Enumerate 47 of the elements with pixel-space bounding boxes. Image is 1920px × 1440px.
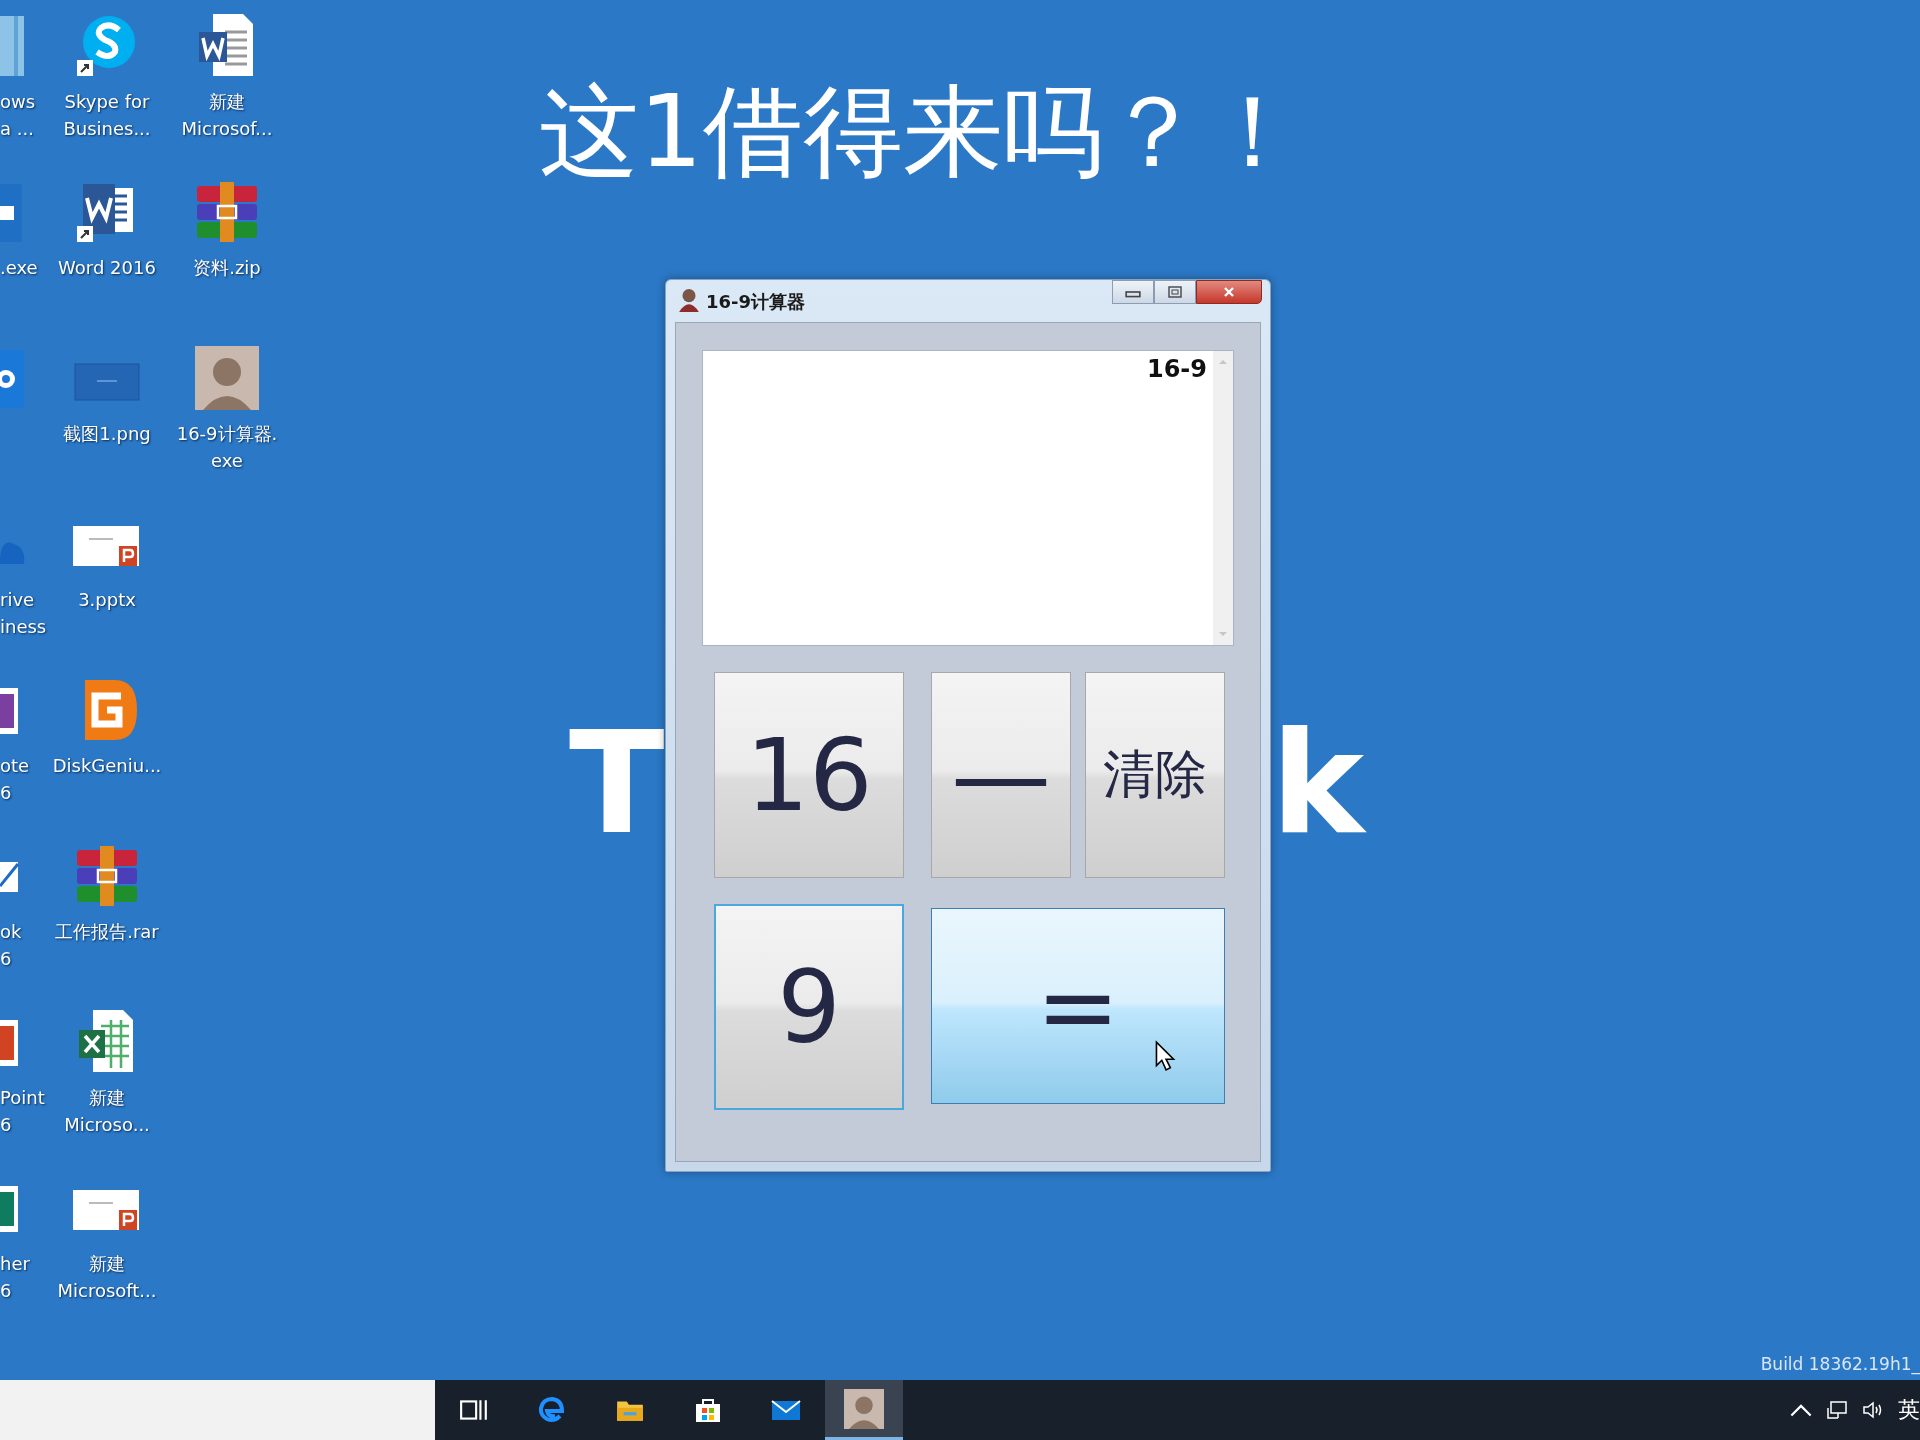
file-name: .exe bbox=[0, 256, 38, 280]
file-name: 3.pptx bbox=[78, 588, 136, 612]
file-name: Word 2016 bbox=[58, 256, 156, 280]
scroll-up-icon bbox=[1218, 359, 1228, 365]
file-name: DiskGeniu... bbox=[52, 754, 162, 778]
equals-key[interactable]: = bbox=[931, 908, 1225, 1104]
file-name: 资料.zip bbox=[193, 256, 261, 280]
wallpaper-text: k bbox=[1271, 701, 1365, 867]
file-name: 新建 Microsof... bbox=[181, 90, 273, 141]
file-name: ote 6 bbox=[0, 754, 30, 805]
maximize-icon bbox=[1167, 286, 1183, 298]
clear-key[interactable]: 清除 bbox=[1085, 672, 1225, 878]
window-title: 16-9计算器 bbox=[706, 290, 806, 314]
display-field[interactable]: 16-9 bbox=[702, 350, 1234, 646]
file-name: ows a ... bbox=[0, 90, 36, 141]
minimize-button[interactable] bbox=[1112, 280, 1154, 304]
file-name: Skype for Busines... bbox=[63, 90, 151, 141]
file-name: rive iness bbox=[0, 588, 47, 639]
file-name: 截图1.png bbox=[63, 422, 151, 446]
close-button[interactable] bbox=[1196, 280, 1262, 304]
shopping-bag-icon bbox=[693, 1396, 723, 1424]
number-key[interactable]: 16 bbox=[714, 672, 904, 878]
maximize-button[interactable] bbox=[1154, 280, 1196, 304]
number-key[interactable]: 9 bbox=[714, 904, 904, 1110]
wallpaper-text: T bbox=[569, 701, 665, 867]
scroll-down-icon bbox=[1218, 631, 1228, 637]
file-name: 新建 Microsoft... bbox=[57, 1252, 157, 1303]
close-icon bbox=[1221, 286, 1237, 298]
avatar-icon bbox=[844, 1388, 884, 1429]
file-name: 工作报告.rar bbox=[55, 920, 159, 944]
input-method-indicator[interactable]: 英 bbox=[1898, 1395, 1920, 1425]
file-name: her 6 bbox=[0, 1252, 30, 1303]
file-name: ok 6 bbox=[0, 920, 22, 971]
file-name: Point 6 bbox=[0, 1086, 45, 1137]
file-name: 新建 Microso... bbox=[64, 1086, 150, 1137]
expression-text: 16-9 bbox=[1146, 355, 1207, 383]
minus-key[interactable]: — bbox=[931, 672, 1071, 878]
file-name: 16-9计算器. exe bbox=[176, 422, 278, 473]
mouse-pointer-icon bbox=[1154, 1040, 1176, 1072]
browser-icon bbox=[537, 1396, 567, 1424]
video-caption: 这1借得来吗？！ bbox=[539, 72, 1303, 192]
person-icon bbox=[678, 288, 700, 312]
build-watermark-text: Build 18362.19h1_ bbox=[1760, 1354, 1920, 1374]
search-field[interactable] bbox=[0, 1380, 435, 1440]
network-icon[interactable] bbox=[1826, 1400, 1848, 1420]
scroll-bar[interactable] bbox=[1213, 351, 1233, 645]
volume-icon[interactable] bbox=[1862, 1400, 1884, 1420]
